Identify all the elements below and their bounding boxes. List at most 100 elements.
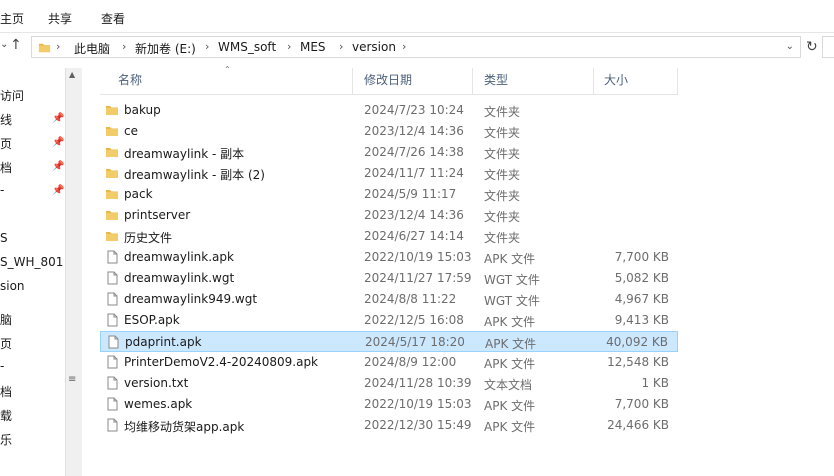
table-row[interactable]: dreamwaylink - 副本 2024/7/26 14:38 文件夹: [100, 142, 678, 163]
navigation-pane: 访问 线 📌 页 📌 档 📌 - 📌 S S_WH_801 sion 脑 页 -…: [0, 66, 64, 476]
nav-item[interactable]: -: [0, 359, 4, 373]
nav-item[interactable]: S_WH_801: [0, 255, 63, 269]
nav-item[interactable]: 载: [0, 407, 12, 424]
table-row[interactable]: PrinterDemoV2.4-20240809.apk 2024/8/9 12:…: [100, 352, 678, 373]
chevron-right-icon[interactable]: ›: [56, 40, 60, 53]
file-type: APK 文件: [484, 315, 536, 329]
navigation-pane-scrollbar[interactable]: ▲ ≡: [65, 68, 82, 476]
file-icon: [108, 335, 119, 349]
file-modified-date: 2024/11/7 11:24: [364, 166, 464, 180]
table-row[interactable]: ce 2023/12/4 14:36 文件夹: [100, 121, 678, 142]
column-divider[interactable]: [352, 68, 353, 94]
nav-item-quick-access[interactable]: 访问: [0, 87, 24, 104]
nav-item[interactable]: 页: [0, 135, 12, 152]
nav-item[interactable]: 档: [0, 159, 12, 176]
nav-item[interactable]: -: [0, 183, 4, 197]
search-input[interactable]: [822, 36, 834, 58]
address-dropdown-chevron-icon[interactable]: ⌄: [786, 41, 794, 52]
nav-item[interactable]: 页: [0, 335, 12, 352]
file-icon: [107, 376, 118, 390]
scroll-up-icon[interactable]: ▲: [69, 70, 75, 79]
table-row[interactable]: pack 2024/5/9 11:17 文件夹: [100, 184, 678, 205]
table-row[interactable]: dreamwaylink - 副本 (2) 2024/11/7 11:24 文件夹: [100, 163, 678, 184]
table-row[interactable]: pdaprint.apk 2024/5/17 18:20 APK 文件 40,092 …: [100, 331, 678, 352]
breadcrumb-version[interactable]: version: [352, 40, 396, 54]
chevron-right-icon[interactable]: ›: [205, 40, 209, 53]
file-modified-date: 2024/7/23 10:24: [364, 103, 464, 117]
tab-view[interactable]: 查看: [101, 10, 125, 27]
column-header-name[interactable]: 名称: [118, 68, 142, 94]
column-header-date[interactable]: 修改日期: [364, 68, 412, 94]
file-name: dreamwaylink.apk: [124, 250, 234, 264]
file-modified-date: 2022/12/5 16:08: [364, 313, 464, 327]
file-type: 文件夹: [484, 231, 521, 245]
table-row[interactable]: dreamwaylink.wgt 2024/11/27 17:59 WGT 文件 5,…: [100, 268, 678, 289]
chevron-right-icon[interactable]: ›: [287, 40, 291, 53]
folder-icon: [106, 211, 118, 220]
table-row[interactable]: version.txt 2024/11/28 10:39 文本文档 1 KB: [100, 373, 678, 394]
nav-item[interactable]: sion: [0, 279, 25, 293]
nav-item[interactable]: S: [0, 231, 8, 245]
file-name: dreamwaylink - 副本: [124, 147, 245, 161]
tab-home[interactable]: 主页: [0, 10, 24, 27]
tab-share[interactable]: 共享: [48, 10, 72, 27]
column-divider[interactable]: [593, 68, 594, 94]
recent-locations-chevron-icon[interactable]: ⌄: [0, 39, 8, 50]
chevron-right-icon[interactable]: ›: [339, 40, 343, 53]
chevron-right-icon[interactable]: ›: [122, 40, 126, 53]
column-header-size[interactable]: 大小: [604, 68, 628, 94]
address-bar[interactable]: › 此电脑 › 新加卷 (E:) › WMS_soft › MES › vers…: [31, 36, 801, 58]
file-name: dreamwaylink - 副本 (2): [124, 168, 265, 182]
folder-icon: [106, 148, 118, 157]
file-type: 文件夹: [484, 147, 521, 161]
nav-item[interactable]: 档: [0, 383, 12, 400]
ribbon: 主页 共享 查看: [0, 0, 834, 32]
file-name: dreamwaylink949.wgt: [124, 292, 258, 306]
table-row[interactable]: dreamwaylink.apk 2022/10/19 15:03 APK 文件 7,…: [100, 247, 678, 268]
nav-item[interactable]: 线: [0, 111, 12, 128]
column-divider[interactable]: [472, 68, 473, 94]
breadcrumb-wms-soft[interactable]: WMS_soft: [218, 40, 276, 54]
chevron-right-icon[interactable]: ›: [402, 40, 406, 53]
table-row[interactable]: ESOP.apk 2022/12/5 16:08 APK 文件 9,413 KB: [100, 310, 678, 331]
scroll-grip-icon[interactable]: ≡: [68, 374, 76, 385]
pin-icon: 📌: [52, 113, 64, 124]
file-name: version.txt: [124, 376, 189, 390]
column-header-type[interactable]: 类型: [484, 68, 508, 94]
file-type: 文件夹: [484, 126, 521, 140]
file-type: 文件夹: [484, 105, 521, 119]
navigation-bar: ⌄ ↑ › 此电脑 › 新加卷 (E:) › WMS_soft › MES › …: [0, 33, 834, 61]
column-divider[interactable]: [677, 68, 678, 94]
file-type: APK 文件: [484, 357, 536, 371]
refresh-icon[interactable]: ↻: [806, 39, 818, 55]
table-row[interactable]: bakup 2024/7/23 10:24 文件夹: [100, 100, 678, 121]
file-size: 40,092 KB: [606, 335, 668, 349]
up-arrow-icon[interactable]: ↑: [10, 37, 22, 53]
table-row[interactable]: wemes.apk 2022/10/19 15:03 APK 文件 7,700 KB: [100, 394, 678, 415]
table-row[interactable]: 均维移动货架app.apk 2022/12/30 15:49 APK 文件 24,46…: [100, 415, 678, 436]
table-row[interactable]: 历史文件 2024/6/27 14:14 文件夹: [100, 226, 678, 247]
file-name: pdaprint.apk: [125, 335, 202, 349]
table-row[interactable]: printserver 2023/12/4 14:36 文件夹: [100, 205, 678, 226]
file-modified-date: 2024/8/9 12:00: [364, 355, 457, 369]
pin-icon: 📌: [52, 137, 64, 148]
nav-item[interactable]: 乐: [0, 431, 12, 448]
file-size: 9,413 KB: [614, 313, 669, 327]
table-row[interactable]: dreamwaylink949.wgt 2024/8/8 11:22 WGT 文件 4…: [100, 289, 678, 310]
file-name: wemes.apk: [124, 397, 193, 411]
nav-item-this-pc[interactable]: 脑: [0, 311, 12, 328]
file-size: 1 KB: [641, 376, 669, 390]
file-icon: [107, 271, 118, 285]
breadcrumb-mes[interactable]: MES: [300, 40, 326, 54]
file-modified-date: 2024/11/28 10:39: [364, 376, 472, 390]
breadcrumb-this-pc[interactable]: 此电脑: [74, 40, 110, 57]
file-modified-date: 2024/7/26 14:38: [364, 145, 464, 159]
file-icon: [107, 250, 118, 264]
file-name: ESOP.apk: [124, 313, 180, 327]
file-size: 5,082 KB: [614, 271, 669, 285]
breadcrumb-drive-e[interactable]: 新加卷 (E:): [135, 40, 196, 57]
folder-icon: [106, 106, 118, 115]
file-type: WGT 文件: [484, 294, 540, 308]
file-type: APK 文件: [484, 252, 536, 266]
file-icon: [107, 418, 118, 432]
